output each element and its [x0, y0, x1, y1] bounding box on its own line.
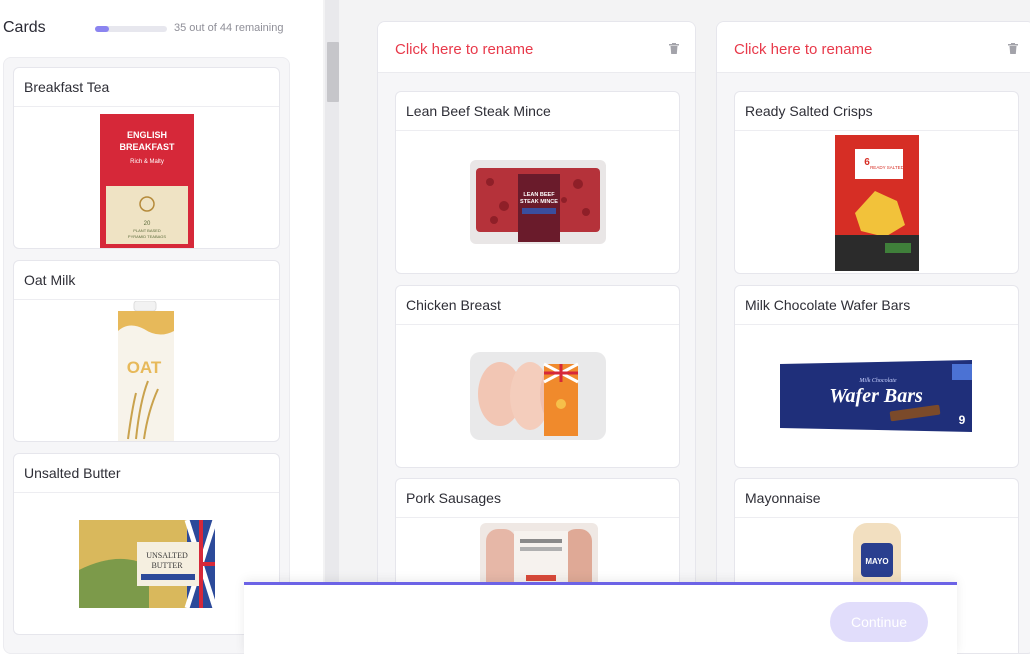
beef-mince-pack-icon: LEAN BEEF STEAK MINCE [470, 160, 606, 244]
wafer-pack-text: Wafer Bars [829, 385, 923, 407]
card-milk-chocolate-wafer-bars[interactable]: Milk Chocolate Wafer Bars Milk Chocolate… [734, 285, 1019, 468]
tea-box-text: BREAKFAST [119, 142, 175, 152]
oat-carton-text: OAT [127, 358, 162, 377]
card-oat-milk[interactable]: Oat Milk OAT [13, 260, 280, 442]
sidebar-scrollbar[interactable] [325, 0, 339, 654]
crisps-bag-text: READY SALTED [870, 165, 905, 170]
crisps-bag-icon: 6 READY SALTED [835, 135, 919, 271]
group-header: Click here to rename [717, 22, 1030, 73]
progress-bar-fill [95, 26, 110, 32]
card-label: Oat Milk [24, 272, 76, 288]
oat-milk-carton-icon: OAT [118, 301, 174, 441]
card-ready-salted-crisps[interactable]: Ready Salted Crisps 6 READY SALTED [734, 91, 1019, 274]
card-chicken-breast[interactable]: Chicken Breast [395, 285, 680, 468]
card-label: Milk Chocolate Wafer Bars [745, 297, 911, 313]
tea-box-icon: ENGLISH BREAKFAST Rich & Malty 20 PLANT … [100, 114, 194, 248]
tea-box-text: ENGLISH [127, 130, 167, 140]
tea-box-text: PLANT BASED [133, 228, 161, 233]
group-rename-title[interactable]: Click here to rename [395, 41, 533, 58]
butter-pack-icon: UNSALTED BUTTER [79, 520, 215, 608]
card-list: Breakfast Tea ENGLISH BREAKFAST Rich & M… [3, 57, 290, 654]
card-breakfast-tea[interactable]: Breakfast Tea ENGLISH BREAKFAST Rich & M… [13, 67, 280, 249]
butter-pack-text: BUTTER [151, 561, 183, 570]
card-label: Ready Salted Crisps [745, 103, 873, 119]
sidebar-header: Cards 35 out of 44 remaining [0, 0, 300, 58]
card-label: Breakfast Tea [24, 79, 110, 95]
beef-pack-text: STEAK MINCE [520, 199, 558, 205]
wafer-pack-text: Milk Chocolate [858, 378, 896, 384]
card-label: Chicken Breast [406, 297, 501, 313]
card-lean-beef-steak-mince[interactable]: Lean Beef Steak Mince LEAN BEEF STEAK MI… [395, 91, 680, 274]
card-label: Mayonnaise [745, 490, 821, 506]
tea-box-text: Rich & Malty [130, 159, 164, 165]
group-rename-title[interactable]: Click here to rename [734, 41, 872, 58]
card-label: Unsalted Butter [24, 465, 121, 481]
card-label: Lean Beef Steak Mince [406, 103, 551, 119]
sidebar-title: Cards [3, 19, 46, 36]
progress-bar [95, 26, 167, 32]
group-column-2: Click here to rename Ready Salted Crisps… [716, 21, 1030, 654]
wafer-bars-pack-icon: Milk Chocolate Wafer Bars 9 [780, 360, 972, 432]
mayo-bottle-text: MAYO [865, 557, 888, 566]
scrollbar-thumb[interactable] [327, 42, 339, 102]
tea-box-text: 20 [144, 221, 151, 227]
chicken-breast-pack-icon [470, 352, 606, 440]
card-unsalted-butter[interactable]: Unsalted Butter UNSALTED BUTTER [13, 453, 280, 635]
card-label: Pork Sausages [406, 490, 501, 506]
tea-box-text: PYRAMID TEABAGS [128, 234, 166, 239]
trash-icon[interactable] [669, 43, 679, 54]
progress-text: 35 out of 44 remaining [174, 22, 284, 34]
footer-bar: Continue [244, 582, 957, 654]
cards-sidebar: Cards 35 out of 44 remaining Breakfast T… [0, 0, 323, 654]
continue-button[interactable]: Continue [830, 602, 928, 642]
group-header: Click here to rename [378, 22, 695, 73]
group-column-1: Click here to rename Lean Beef Steak Min… [377, 21, 696, 654]
trash-icon[interactable] [1008, 43, 1018, 54]
wafer-pack-text: 9 [959, 413, 966, 427]
butter-pack-text: UNSALTED [146, 551, 188, 560]
beef-pack-text: LEAN BEEF [523, 192, 555, 198]
